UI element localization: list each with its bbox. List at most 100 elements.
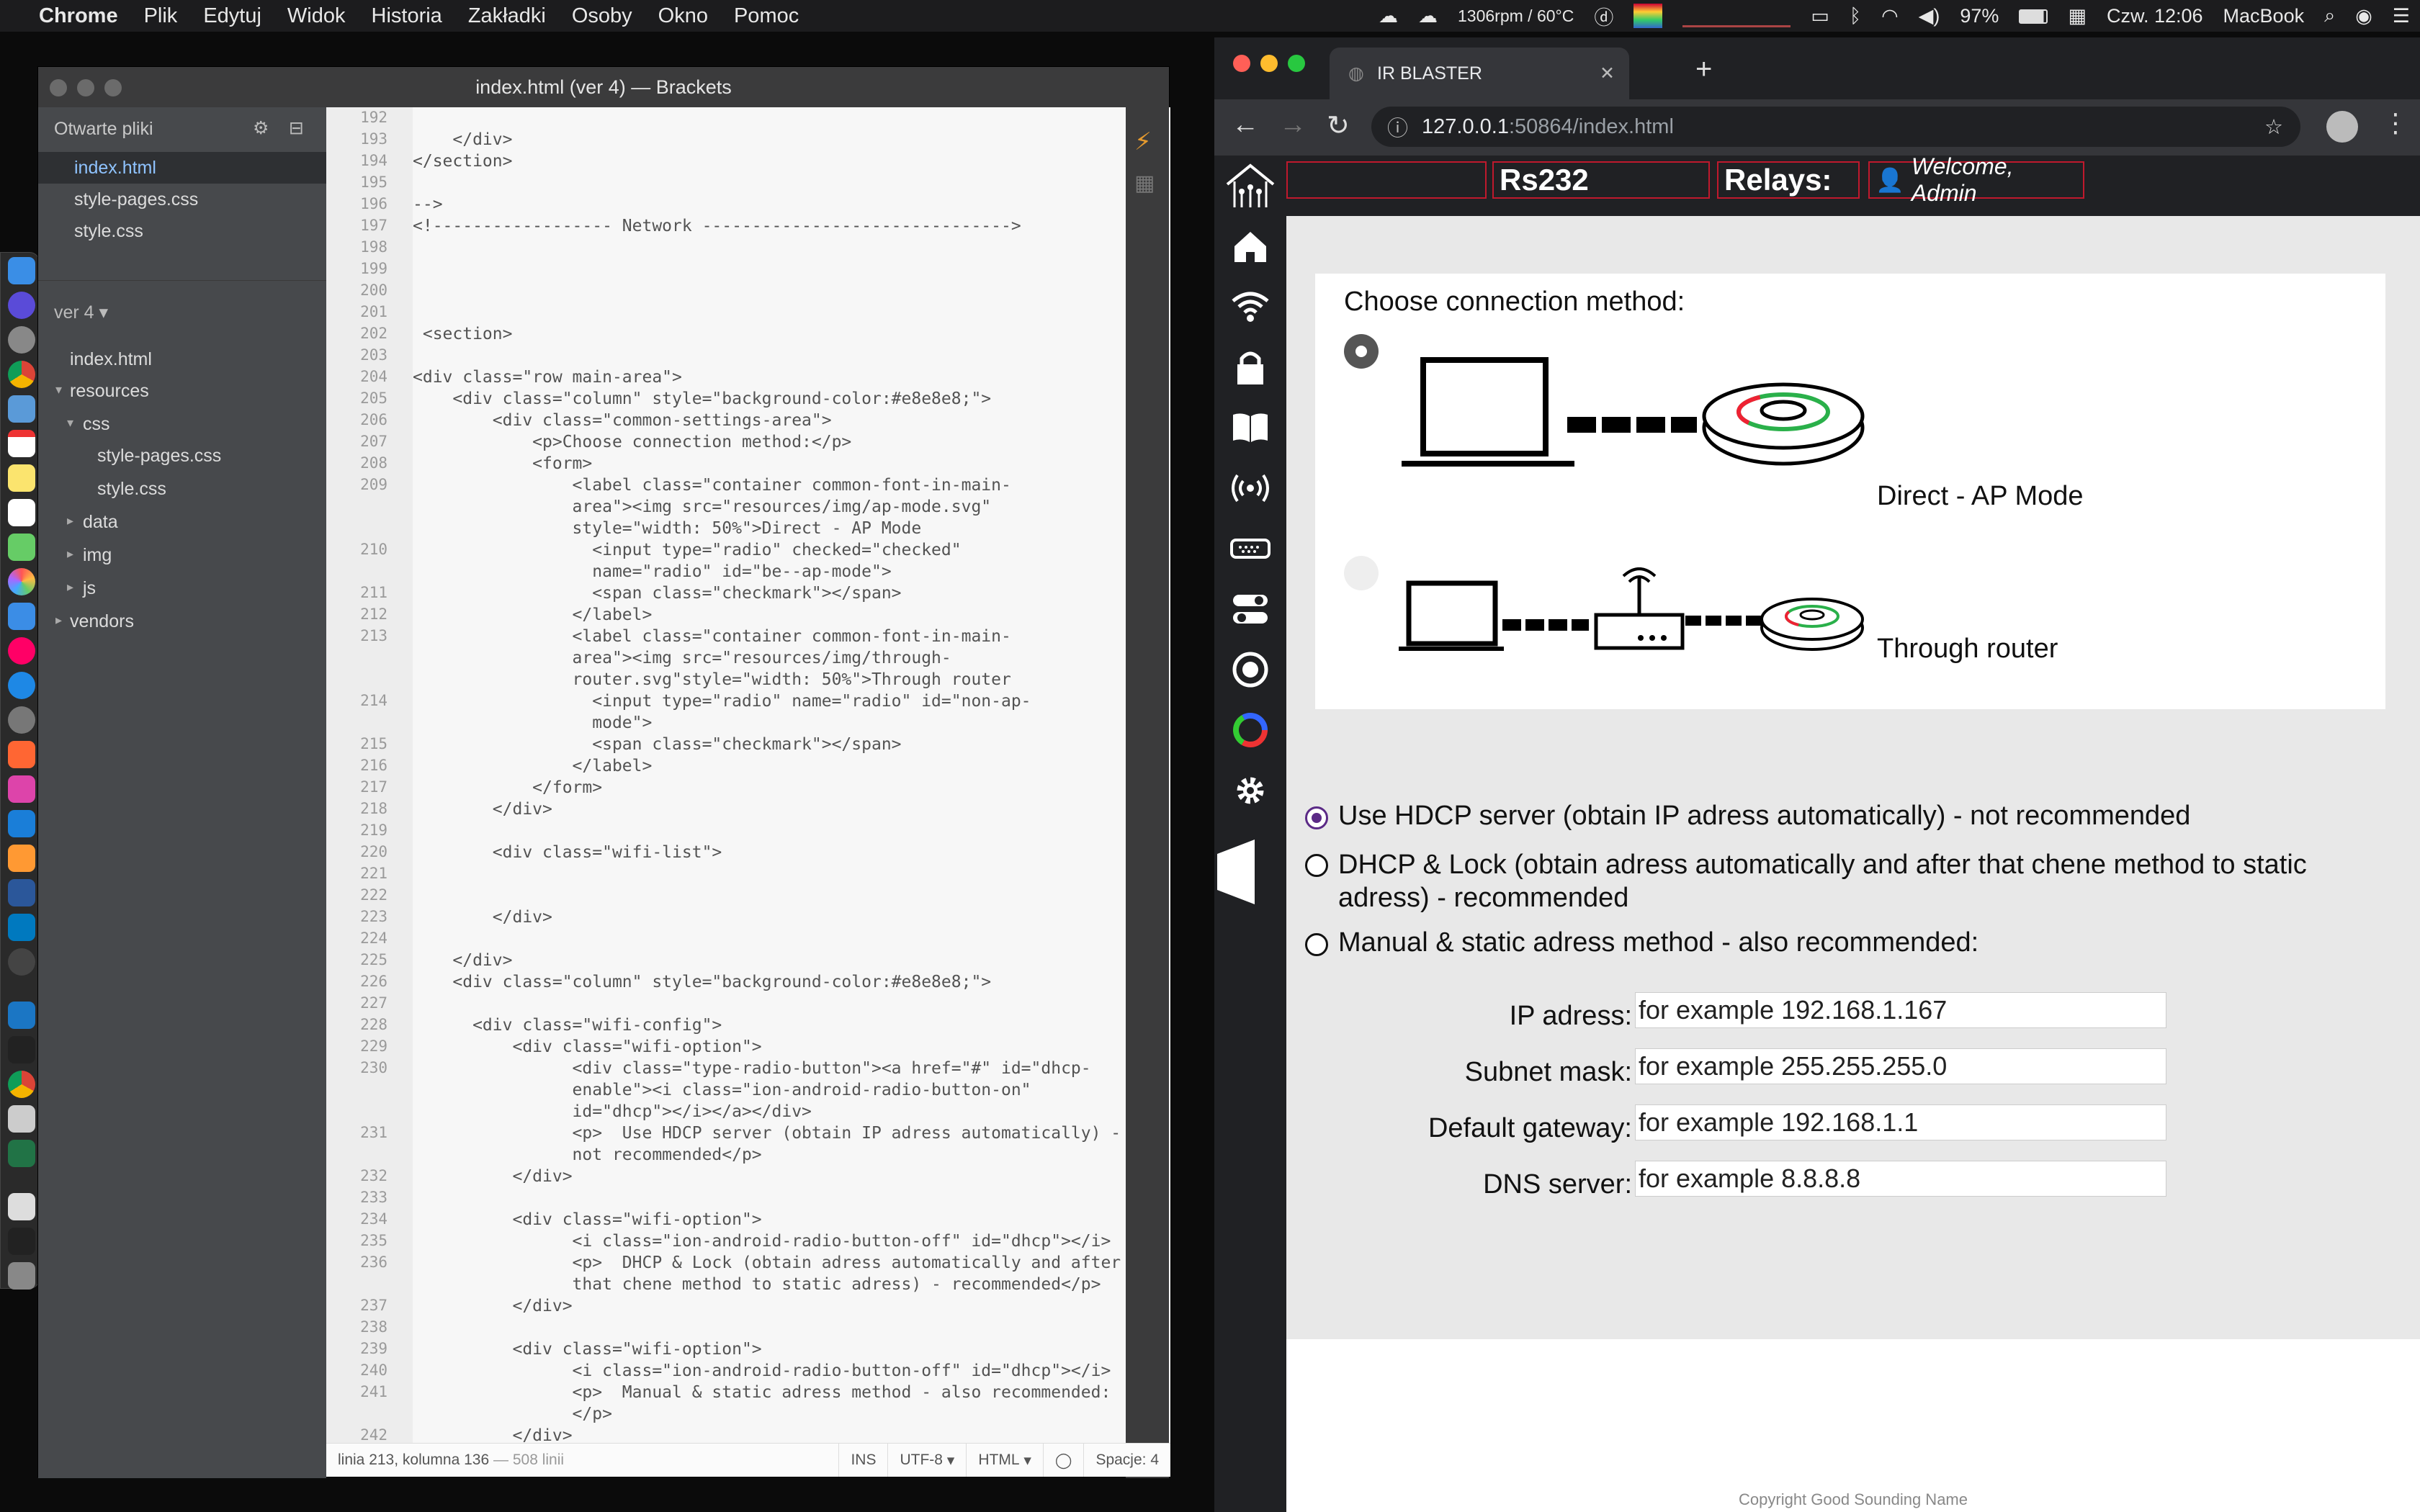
code-line[interactable]: </div> (413, 800, 552, 819)
word-icon[interactable] (8, 879, 35, 906)
code-line[interactable]: </div> (413, 1426, 572, 1444)
code-line[interactable]: name="radio" id="be--ap-mode"> (413, 562, 891, 581)
code-line[interactable]: </form> (413, 778, 602, 797)
record-icon[interactable] (1230, 649, 1270, 690)
folder-closed-icon[interactable]: ▸ (55, 613, 62, 628)
bluetooth-icon[interactable]: ᛒ (1839, 5, 1871, 27)
battery-icon[interactable] (2009, 5, 2058, 27)
code-line[interactable]: </label> (413, 606, 653, 624)
manual-option-label[interactable]: Manual & static adress method - also rec… (1338, 927, 1978, 958)
menu-view[interactable]: Widok (274, 4, 359, 28)
code-line[interactable]: <label class="container common-font-in-m… (413, 476, 1011, 495)
menu-help[interactable]: Pomoc (721, 4, 812, 28)
tree-resources[interactable]: resources (70, 381, 149, 402)
spotlight-icon[interactable]: ⌕ (2314, 4, 2345, 27)
info-icon[interactable]: ⓘ (1387, 112, 1408, 142)
ip-address-input[interactable]: for example 192.168.1.167 (1635, 992, 2166, 1028)
lock-icon[interactable] (1230, 347, 1270, 387)
memory-graph-icon[interactable] (1623, 4, 1672, 28)
sketch-icon[interactable] (8, 775, 35, 803)
manual-radio[interactable] (1305, 933, 1328, 956)
d-icon[interactable]: ⓓ (1584, 2, 1623, 30)
split-view-icon[interactable]: ⊟ (289, 117, 304, 139)
collapse-sidebar-icon[interactable] (1214, 840, 1255, 904)
book-icon[interactable] (1230, 408, 1270, 448)
trash-icon[interactable] (8, 1262, 35, 1290)
code-line[interactable]: <div class="row main-area"> (413, 368, 682, 387)
code-line[interactable]: <div class="wifi-option"> (413, 1038, 761, 1056)
project-dropdown[interactable]: ver 4 ▾ (54, 302, 108, 323)
bookmark-star-icon[interactable]: ☆ (2264, 114, 2283, 140)
code-line[interactable]: <i class="ion-android-radio-button-off" … (413, 1232, 1111, 1251)
menu-app-name[interactable]: Chrome (26, 4, 131, 28)
tree-js[interactable]: js (83, 578, 96, 599)
siri-icon[interactable]: ◉ (2345, 5, 2383, 27)
image-capture-icon[interactable] (8, 1105, 35, 1133)
tree-style[interactable]: style.css (97, 479, 166, 500)
terminal-icon[interactable] (8, 1036, 35, 1063)
code-line[interactable]: <p>Choose connection method:</p> (413, 433, 851, 451)
siri-dock-icon[interactable] (8, 292, 35, 319)
home-icon[interactable] (1230, 226, 1270, 266)
menu-file[interactable]: Plik (131, 4, 191, 28)
toggles-icon[interactable] (1230, 589, 1270, 629)
code-line[interactable]: </div> (413, 130, 512, 149)
language-dropdown[interactable]: HTML ▾ (966, 1444, 1043, 1477)
live-preview-icon[interactable]: ⚡ (1134, 127, 1152, 156)
folder-open-icon[interactable]: ▾ (67, 415, 73, 431)
open-file-index[interactable]: index.html (74, 158, 156, 179)
open-file-style-pages[interactable]: style-pages.css (74, 189, 198, 210)
color-wheel-icon[interactable] (1230, 710, 1270, 750)
code-line[interactable]: mode"> (413, 714, 652, 732)
close-window-icon[interactable] (50, 79, 67, 96)
folder-closed-icon[interactable]: ▸ (67, 513, 73, 528)
indent-setting[interactable]: Spacje: 4 (1083, 1444, 1170, 1477)
menu-kebab-icon[interactable]: ⋮ (2383, 108, 2408, 138)
code-line[interactable]: <p> Manual & static adress method - also… (413, 1383, 1111, 1402)
reload-icon[interactable]: ↻ (1327, 109, 1350, 142)
code-line[interactable]: <p> DHCP & Lock (obtain adress automatic… (413, 1254, 1121, 1272)
itunes-icon[interactable] (8, 637, 35, 665)
code-line[interactable]: area"><img src="resources/img/ap-mode.sv… (413, 498, 992, 516)
preview-icon[interactable] (8, 395, 35, 423)
code-line[interactable]: </div> (413, 1297, 572, 1315)
subnet-mask-input[interactable]: for example 255.255.255.0 (1635, 1048, 2166, 1084)
dhcp-lock-radio[interactable] (1305, 854, 1328, 877)
photos-icon[interactable] (8, 568, 35, 595)
tree-img[interactable]: img (83, 545, 112, 566)
tree-index[interactable]: index.html (70, 349, 152, 370)
code-line[interactable]: id="dhcp"></i></a></div> (413, 1102, 812, 1121)
nav-rs232[interactable]: Rs232 (1492, 161, 1710, 199)
new-tab-icon[interactable]: + (1695, 53, 1712, 86)
open-file-style[interactable]: style.css (74, 221, 143, 242)
clock[interactable]: Czw. 12:06 (2097, 5, 2213, 27)
code-line[interactable]: </div> (413, 1167, 572, 1186)
settings-gear-icon[interactable]: ⚙ (253, 117, 269, 139)
code-line[interactable]: <div class="wifi-option"> (413, 1340, 761, 1359)
code-line[interactable]: <section> (413, 325, 513, 343)
code-line[interactable]: enable"><i class="ion-android-radio-butt… (413, 1081, 1031, 1099)
folder-open-icon[interactable]: ▾ (55, 382, 62, 397)
brackets-title-bar[interactable]: index.html (ver 4) — Brackets (38, 67, 1169, 107)
terminal-icon-2[interactable] (8, 1228, 35, 1255)
code-line[interactable]: area"><img src="resources/img/through- (413, 649, 951, 667)
code-editor[interactable]: 192 193 194 195 196 197 198 199 200 201 202 203 204 2… (326, 107, 1170, 1444)
address-bar[interactable]: ⓘ 127.0.0.1:50864/index.html ☆ (1371, 107, 2300, 147)
broadcast-icon[interactable] (1230, 468, 1270, 508)
calendar-dock-icon[interactable] (8, 430, 35, 457)
code-line[interactable]: router.svg"style="width: 50%">Through ro… (413, 670, 1011, 689)
dhcp-radio-on[interactable] (1305, 806, 1328, 829)
code-line[interactable]: <i class="ion-android-radio-button-off" … (413, 1362, 1111, 1380)
cloud-upload-icon[interactable]: ☁ (1368, 5, 1408, 27)
code-line[interactable]: <div class="wifi-config"> (413, 1016, 722, 1035)
serial-port-icon[interactable] (1230, 528, 1270, 569)
code-line[interactable]: <span class="checkmark"></span> (413, 584, 901, 603)
code-line[interactable]: <div class="column" style="background-co… (413, 973, 991, 991)
lint-status-icon[interactable]: ◯ (1042, 1444, 1084, 1477)
tree-vendors[interactable]: vendors (70, 611, 134, 632)
code-line[interactable]: that chene method to static adress) - re… (413, 1275, 1101, 1294)
zoom-window-icon[interactable] (104, 79, 122, 96)
airplay-icon[interactable]: ▭ (1801, 5, 1839, 27)
zoom-window-icon[interactable] (1288, 55, 1305, 72)
messages-icon[interactable] (8, 603, 35, 630)
